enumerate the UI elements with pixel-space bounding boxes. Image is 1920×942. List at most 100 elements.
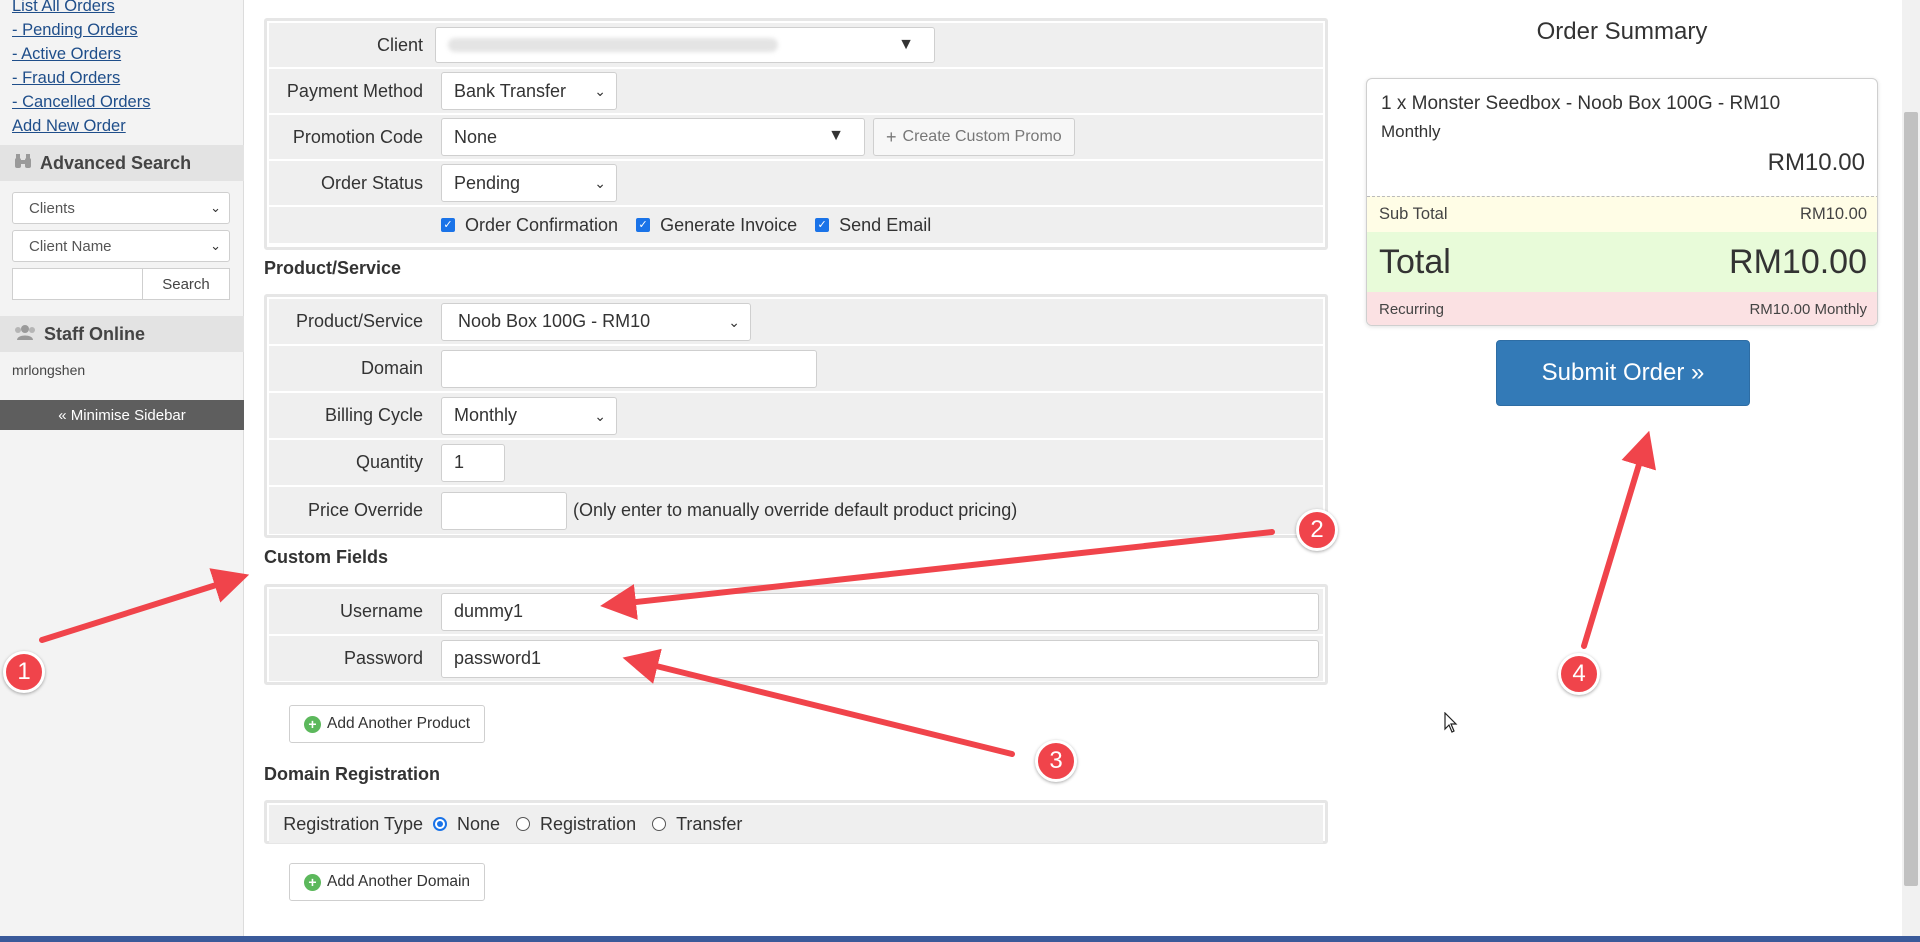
caret-down-icon: ▼ xyxy=(828,127,844,144)
payment-method-label: Payment Method xyxy=(286,80,423,101)
payment-method-row: Payment Method Bank Transfer ⌄ xyxy=(269,69,1323,115)
subtotal-label: Sub Total xyxy=(1379,205,1448,223)
radio-icon xyxy=(516,817,531,831)
registration-none-label: None xyxy=(457,813,501,834)
client-select[interactable]: ▼ xyxy=(435,27,935,63)
staff-user[interactable]: mrlongshen xyxy=(12,362,85,378)
quantity-input[interactable]: 1 xyxy=(441,443,505,482)
username-label: Username xyxy=(339,601,423,621)
order-summary-title: Order Summary xyxy=(1536,18,1708,45)
registration-transfer-label: Transfer xyxy=(676,813,743,834)
advanced-search-title: Advanced Search xyxy=(40,152,192,173)
recurring-value: RM10.00 Monthly xyxy=(1749,301,1867,318)
generate-invoice-checkbox[interactable]: ✓ Generate Invoice xyxy=(636,215,797,236)
domain-label: Domain xyxy=(360,358,423,378)
plus-icon: + xyxy=(886,126,897,147)
chevron-down-icon: ⌄ xyxy=(728,313,740,330)
list-all-orders-link[interactable]: List All Orders xyxy=(12,0,150,18)
recurring-label: Recurring xyxy=(1379,301,1445,318)
client-label: Client xyxy=(376,34,423,55)
product-label: Product/Service xyxy=(295,311,423,331)
sidebar-search: Search xyxy=(12,268,230,300)
registration-type-row: Registration Type None Registration Tran… xyxy=(269,805,1323,843)
total-value: RM10.00 xyxy=(1729,242,1867,281)
generate-invoice-label: Generate Invoice xyxy=(660,214,798,235)
summary-recurring: Recurring RM10.00 Monthly xyxy=(1367,292,1877,325)
order-confirmation-checkbox[interactable]: ✓ Order Confirmation xyxy=(441,215,618,236)
users-icon xyxy=(14,324,36,345)
add-another-domain-label: Add Another Domain xyxy=(327,873,471,890)
client-name-blurred xyxy=(448,38,778,52)
product-select[interactable]: Noob Box 100G - RM10 ⌄ xyxy=(441,302,751,341)
promotion-code-label: Promotion Code xyxy=(292,126,423,147)
create-custom-promo-button[interactable]: + Create Custom Promo xyxy=(873,118,1075,156)
summary-cycle: Monthly xyxy=(1381,122,1441,141)
staff-online-header: Staff Online xyxy=(0,316,244,352)
plus-circle-icon: + xyxy=(304,715,321,733)
order-status-value: Pending xyxy=(454,172,521,193)
annotation-badge-3: 3 xyxy=(1035,740,1077,782)
add-another-domain-button[interactable]: + Add Another Domain xyxy=(289,863,486,901)
product-value: Noob Box 100G - RM10 xyxy=(458,311,651,331)
domain-input[interactable] xyxy=(441,349,817,388)
submit-order-button[interactable]: Submit Order » xyxy=(1496,340,1750,406)
check-icon: ✓ xyxy=(815,218,830,232)
fraud-orders-link[interactable]: - Fraud Orders xyxy=(12,66,150,90)
active-orders-link[interactable]: - Active Orders xyxy=(12,42,150,66)
sidebar: List All Orders - Pending Orders - Activ… xyxy=(0,0,244,942)
price-override-input[interactable] xyxy=(441,491,567,530)
custom-fields-heading: Custom Fields xyxy=(264,547,389,567)
billing-cycle-row: Billing Cycle Monthly ⌄ xyxy=(269,393,1323,440)
domain-row: Domain xyxy=(269,346,1323,393)
payment-method-value: Bank Transfer xyxy=(454,80,567,101)
registration-transfer-radio[interactable]: Transfer xyxy=(652,814,742,835)
create-custom-promo-label: Create Custom Promo xyxy=(902,128,1062,145)
cancelled-orders-link[interactable]: - Cancelled Orders xyxy=(12,90,150,114)
arrow-4 xyxy=(1581,430,1657,649)
search-field-select[interactable]: Client Name ⌄ xyxy=(12,230,230,262)
registration-none-radio[interactable]: None xyxy=(433,814,500,835)
order-status-row: Order Status Pending ⌄ xyxy=(269,161,1323,207)
order-links: List All Orders - Pending Orders - Activ… xyxy=(12,0,150,138)
scrollbar-thumb[interactable] xyxy=(1904,112,1918,886)
binoculars-icon xyxy=(14,153,32,174)
sidebar-search-button[interactable]: Search xyxy=(142,268,230,300)
price-override-note: (Only enter to manually override default… xyxy=(573,500,1018,520)
password-input[interactable]: password1 xyxy=(441,639,1319,678)
billing-cycle-select[interactable]: Monthly ⌄ xyxy=(441,396,617,435)
registration-register-radio[interactable]: Registration xyxy=(516,814,636,835)
annotation-badge-1: 1 xyxy=(3,651,45,693)
promotion-code-select[interactable]: None ▼ xyxy=(441,118,865,156)
radio-icon xyxy=(652,817,667,831)
summary-total: Total RM10.00 xyxy=(1367,232,1877,292)
billing-cycle-label: Billing Cycle xyxy=(324,405,423,425)
search-type-select[interactable]: Clients ⌄ xyxy=(12,192,230,224)
registration-type-label: Registration Type xyxy=(283,813,423,834)
add-new-order-link[interactable]: Add New Order xyxy=(12,114,150,138)
password-row: Password password1 xyxy=(269,636,1323,681)
add-another-product-button[interactable]: + Add Another Product xyxy=(289,705,486,743)
summary-item-price: RM10.00 xyxy=(1767,149,1865,176)
plus-circle-icon: + xyxy=(304,873,321,891)
product-row: Product/Service Noob Box 100G - RM10 ⌄ xyxy=(269,299,1323,346)
total-label: Total xyxy=(1379,242,1451,281)
check-icon: ✓ xyxy=(441,218,455,232)
order-status-select[interactable]: Pending ⌄ xyxy=(441,164,617,202)
client-row: Client ▼ xyxy=(269,23,1323,69)
chevron-down-icon: ⌄ xyxy=(210,238,221,253)
sidebar-search-input[interactable] xyxy=(12,268,142,300)
order-confirmation-label: Order Confirmation xyxy=(465,214,619,235)
minimise-sidebar-button[interactable]: « Minimise Sidebar xyxy=(0,400,244,430)
pending-orders-link[interactable]: - Pending Orders xyxy=(12,18,150,42)
price-override-label: Price Override xyxy=(307,500,423,520)
username-input[interactable]: dummy1 xyxy=(441,592,1319,631)
send-email-checkbox[interactable]: ✓ Send Email xyxy=(815,215,931,236)
chevron-down-icon: ⌄ xyxy=(594,175,606,191)
product-service-heading: Product/Service xyxy=(264,258,402,278)
send-email-label: Send Email xyxy=(839,214,932,235)
add-another-product-label: Add Another Product xyxy=(327,715,471,732)
radio-selected-icon xyxy=(433,817,447,831)
payment-method-select[interactable]: Bank Transfer ⌄ xyxy=(441,72,617,110)
product-service-panel: Product/Service Noob Box 100G - RM10 ⌄ D… xyxy=(264,294,1328,538)
chevron-down-icon: ⌄ xyxy=(594,407,606,424)
